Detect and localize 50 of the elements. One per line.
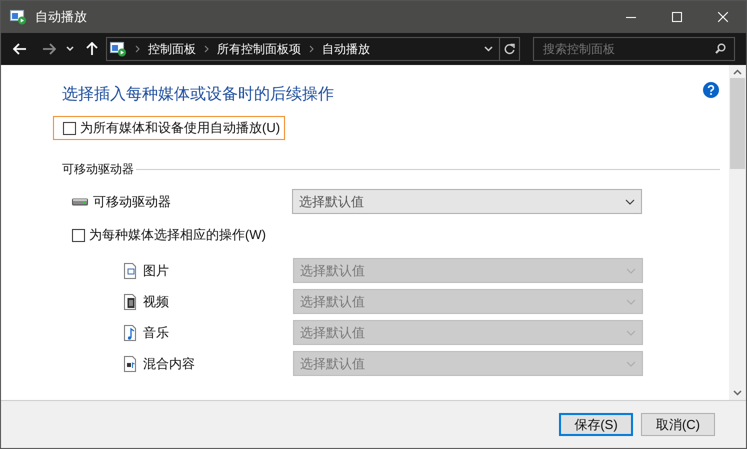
- page-heading: 选择插入每种媒体或设备时的后续操作: [62, 84, 334, 105]
- save-button[interactable]: 保存(S): [559, 413, 633, 436]
- scrollbar-thumb[interactable]: [730, 78, 745, 169]
- cancel-button[interactable]: 取消(C): [641, 413, 715, 436]
- close-icon: [718, 12, 728, 22]
- picture-file-icon: [124, 262, 136, 278]
- breadcrumb-item[interactable]: 控制面板: [148, 40, 196, 58]
- mixed-content-file-icon: [124, 356, 136, 372]
- back-button[interactable]: [13, 43, 27, 55]
- search-field[interactable]: 搜索控制面板: [533, 37, 735, 61]
- maximize-icon: [672, 12, 682, 22]
- app-icon: [10, 10, 27, 24]
- drive-label: 可移动驱动器: [93, 192, 172, 211]
- chevron-right-icon: [204, 45, 209, 53]
- search-icon: [715, 43, 726, 54]
- chevron-right-icon: [135, 45, 140, 53]
- drive-icon: [72, 198, 88, 206]
- checkbox-label: 为每种媒体选择相应的操作(W): [89, 226, 266, 244]
- music-file-icon: [124, 324, 136, 340]
- control-panel-icon: [110, 42, 127, 56]
- chevron-down-icon: [626, 330, 636, 336]
- chevron-down-icon[interactable]: [484, 46, 493, 52]
- chevron-down-icon: [626, 268, 636, 274]
- scroll-down-icon[interactable]: [733, 390, 742, 396]
- section-title: 可移动驱动器: [62, 161, 134, 178]
- media-type-label: 音乐: [143, 324, 170, 342]
- forward-button[interactable]: [42, 43, 56, 55]
- checkbox[interactable]: [72, 228, 85, 242]
- chevron-down-icon: [626, 298, 636, 304]
- address-bar[interactable]: 控制面板 所有控制面板项 自动播放: [106, 37, 520, 61]
- video-file-icon: [124, 294, 136, 310]
- up-button[interactable]: [86, 42, 98, 56]
- window-title: 自动播放: [35, 8, 87, 26]
- checkbox[interactable]: [63, 122, 76, 134]
- scrollbar[interactable]: [729, 65, 746, 400]
- media-type-label: 视频: [143, 292, 170, 311]
- refresh-icon[interactable]: [504, 43, 515, 55]
- help-icon[interactable]: [703, 82, 719, 98]
- breadcrumb-item[interactable]: 所有控制面板项: [217, 40, 301, 58]
- default-action-dropdown[interactable]: 选择默认值: [292, 189, 642, 214]
- autoplay-checkbox-row[interactable]: 为所有媒体和设备使用自动播放(U): [53, 116, 286, 140]
- checkbox-label: 为所有媒体和设备使用自动播放(U): [80, 119, 280, 138]
- media-type-label: 混合内容: [143, 354, 196, 373]
- media-type-label: 图片: [143, 262, 170, 280]
- chevron-down-icon: [626, 360, 636, 366]
- scroll-up-icon[interactable]: [733, 69, 742, 75]
- breadcrumb-item[interactable]: 自动播放: [322, 40, 370, 58]
- chevron-down-icon: [625, 198, 635, 204]
- recent-dropdown-button[interactable]: [66, 46, 74, 52]
- chevron-right-icon: [309, 45, 314, 53]
